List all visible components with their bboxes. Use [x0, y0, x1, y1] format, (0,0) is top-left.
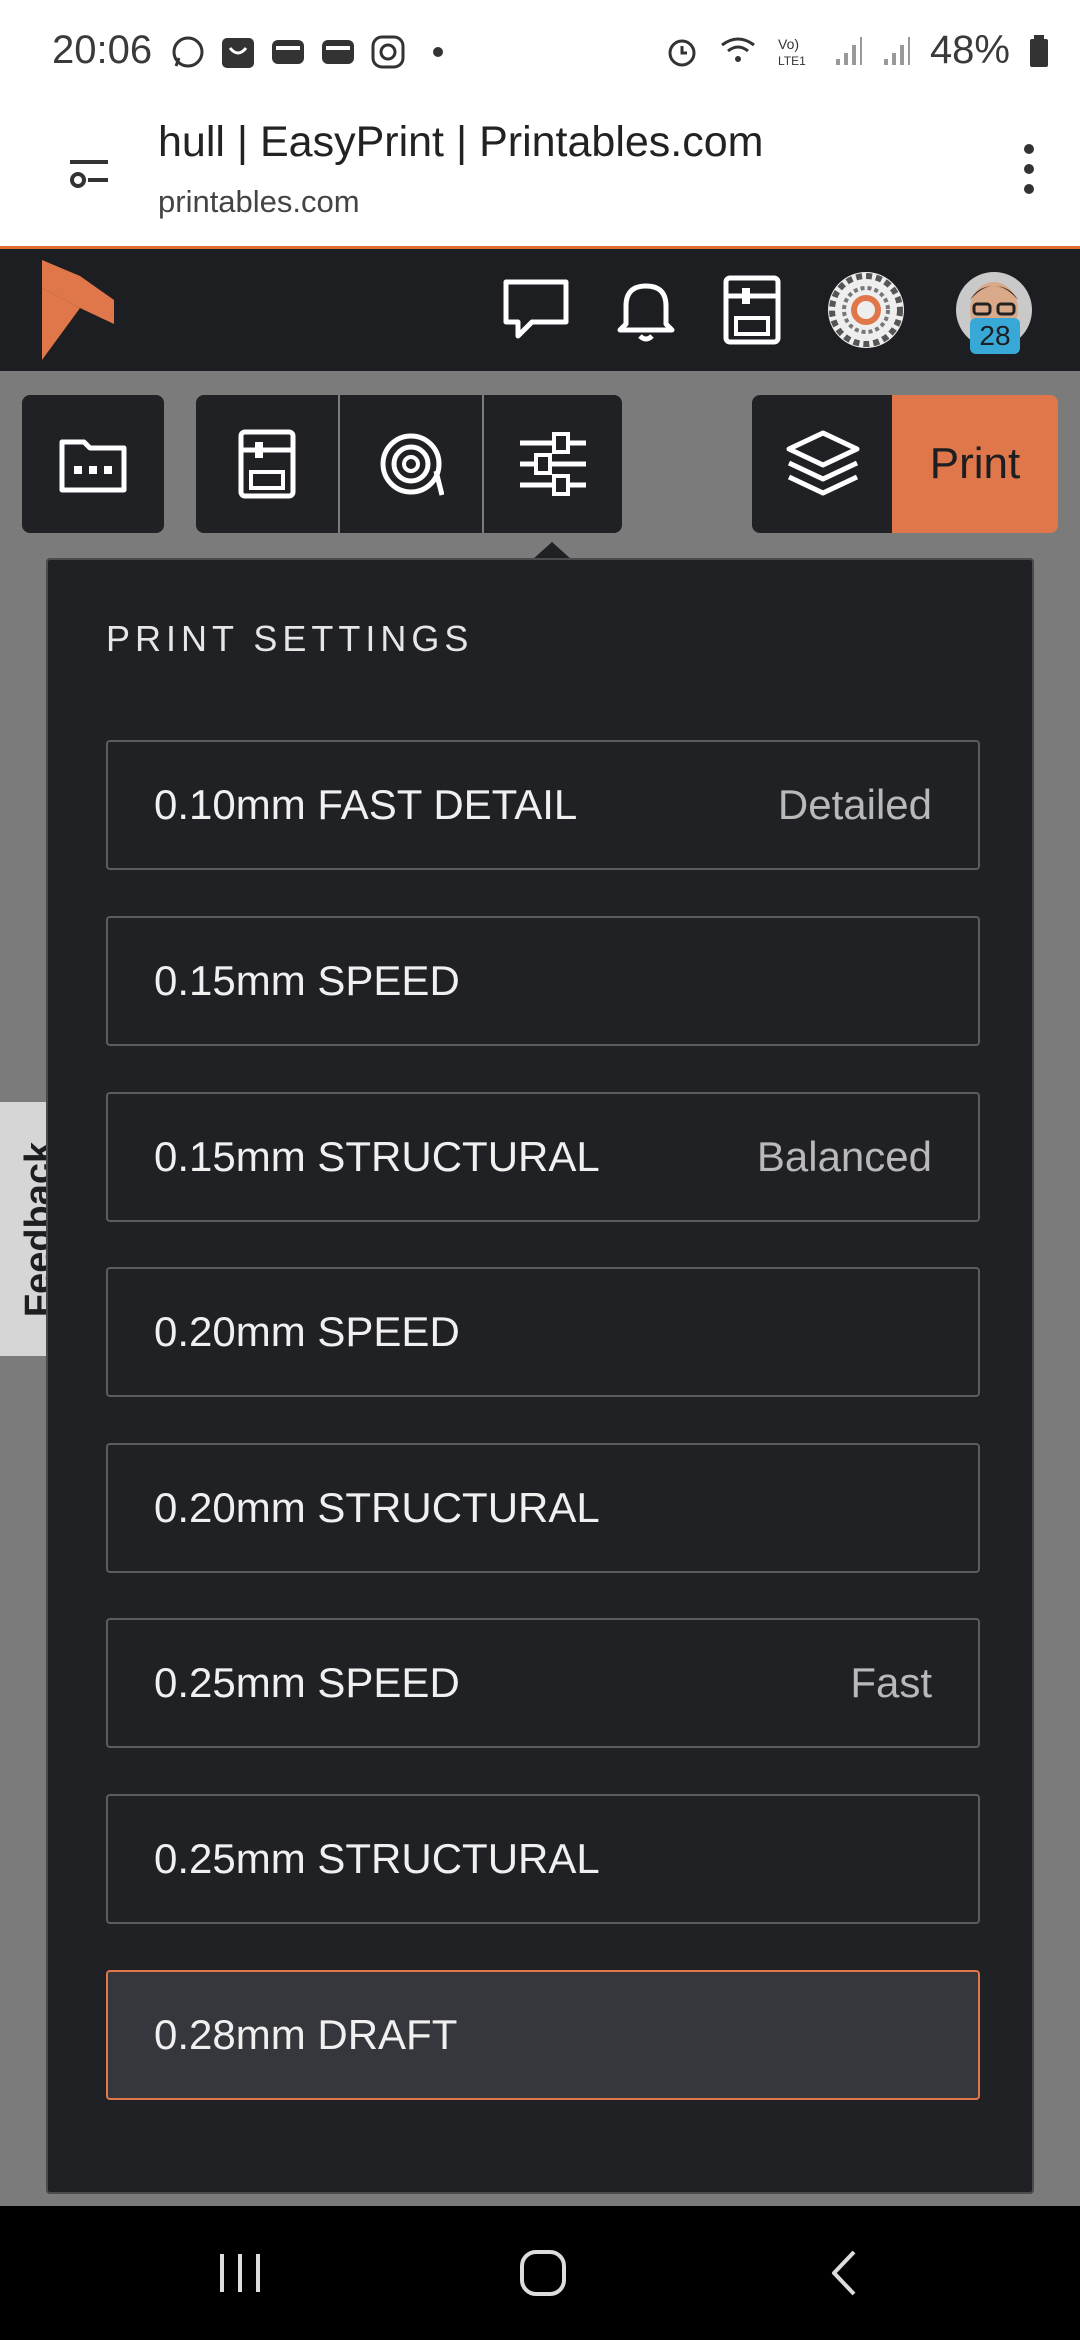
status-system-icons: Vo) LTE1 48% — [664, 28, 1050, 73]
home-icon[interactable] — [518, 2248, 568, 2298]
instagram-icon — [370, 34, 406, 70]
bell-icon[interactable] — [606, 270, 686, 350]
option-tag: Detailed — [777, 781, 932, 828]
browser-url-bar: hull | EasyPrint | Printables.com printa… — [0, 112, 1080, 249]
status-notification-icons — [170, 34, 456, 70]
print-profile-option[interactable]: 0.25mm SPEED Fast — [106, 1618, 980, 1748]
option-label: 0.15mm STRUCTURAL — [154, 1133, 600, 1180]
back-icon[interactable] — [826, 2248, 862, 2298]
print-button[interactable]: Print — [892, 395, 1058, 533]
print-profile-option[interactable]: 0.15mm SPEED — [106, 916, 980, 1046]
print-profile-option[interactable]: 0.25mm STRUCTURAL — [106, 1794, 980, 1924]
dot-icon — [420, 34, 456, 70]
shop-icon — [220, 34, 256, 70]
filament-button[interactable] — [340, 395, 482, 533]
status-bar: 20:06 Vo) LTE1 48% — [0, 0, 1080, 112]
option-tag: Balanced — [756, 1133, 932, 1180]
svg-text:LTE1: LTE1 — [778, 54, 806, 68]
wallet-icon — [320, 34, 356, 70]
printer-icon[interactable] — [712, 270, 792, 350]
page-title[interactable]: hull | EasyPrint | Printables.com — [158, 118, 763, 167]
print-settings-button[interactable] — [484, 395, 622, 533]
option-label: 0.20mm STRUCTURAL — [154, 1484, 600, 1531]
print-profile-option[interactable]: 0.15mm STRUCTURAL Balanced — [106, 1092, 980, 1222]
print-settings-popup: PRINT SETTINGS 0.10mm FAST DETAIL Detail… — [46, 558, 1034, 2194]
popup-title: PRINT SETTINGS — [106, 618, 474, 659]
print-profile-option[interactable]: 0.20mm STRUCTURAL — [106, 1443, 980, 1573]
sliders-icon — [520, 432, 586, 496]
option-label: 0.10mm FAST DETAIL — [154, 781, 578, 828]
files-button[interactable] — [22, 395, 164, 533]
honeycomb-profile-icon[interactable] — [826, 270, 906, 350]
volte-icon: Vo) LTE1 — [778, 36, 806, 68]
filament-spool-icon — [380, 433, 444, 496]
battery-percent: 48% — [929, 28, 1010, 72]
svg-text:Vo): Vo) — [778, 36, 799, 52]
site-settings-icon[interactable] — [66, 148, 112, 194]
printer-icon — [238, 429, 296, 499]
print-profile-option[interactable]: 0.10mm FAST DETAIL Detailed — [106, 740, 980, 870]
option-label: 0.28mm DRAFT — [154, 2011, 458, 2058]
printables-logo[interactable] — [42, 260, 114, 360]
whatsapp-icon — [170, 34, 206, 70]
recent-apps-icon[interactable] — [216, 2250, 264, 2296]
option-label: 0.25mm STRUCTURAL — [154, 1835, 600, 1882]
layers-button[interactable] — [752, 395, 894, 533]
printer-select-button[interactable] — [196, 395, 338, 533]
option-label: 0.15mm SPEED — [154, 957, 460, 1004]
system-navigation-bar — [0, 2206, 1080, 2340]
more-menu-icon[interactable] — [1022, 142, 1036, 196]
print-profile-option-selected[interactable]: 0.28mm DRAFT — [106, 1970, 980, 2100]
wallet-icon — [270, 34, 306, 70]
option-tag: Fast — [850, 1659, 932, 1706]
layers-icon — [786, 430, 860, 496]
battery-icon — [1030, 34, 1048, 67]
option-label: 0.20mm SPEED — [154, 1308, 460, 1355]
notification-badge: 28 — [970, 318, 1020, 354]
chat-icon[interactable] — [496, 270, 576, 350]
print-profile-option[interactable]: 0.20mm SPEED — [106, 1267, 980, 1397]
option-label: 0.25mm SPEED — [154, 1659, 460, 1706]
page-domain[interactable]: printables.com — [158, 184, 360, 220]
folder-icon — [59, 439, 127, 493]
wifi-icon — [721, 37, 755, 62]
signal-icon — [883, 36, 910, 65]
status-time: 20:06 — [52, 28, 153, 72]
alarm-icon — [668, 39, 696, 66]
signal-icon — [835, 36, 862, 65]
